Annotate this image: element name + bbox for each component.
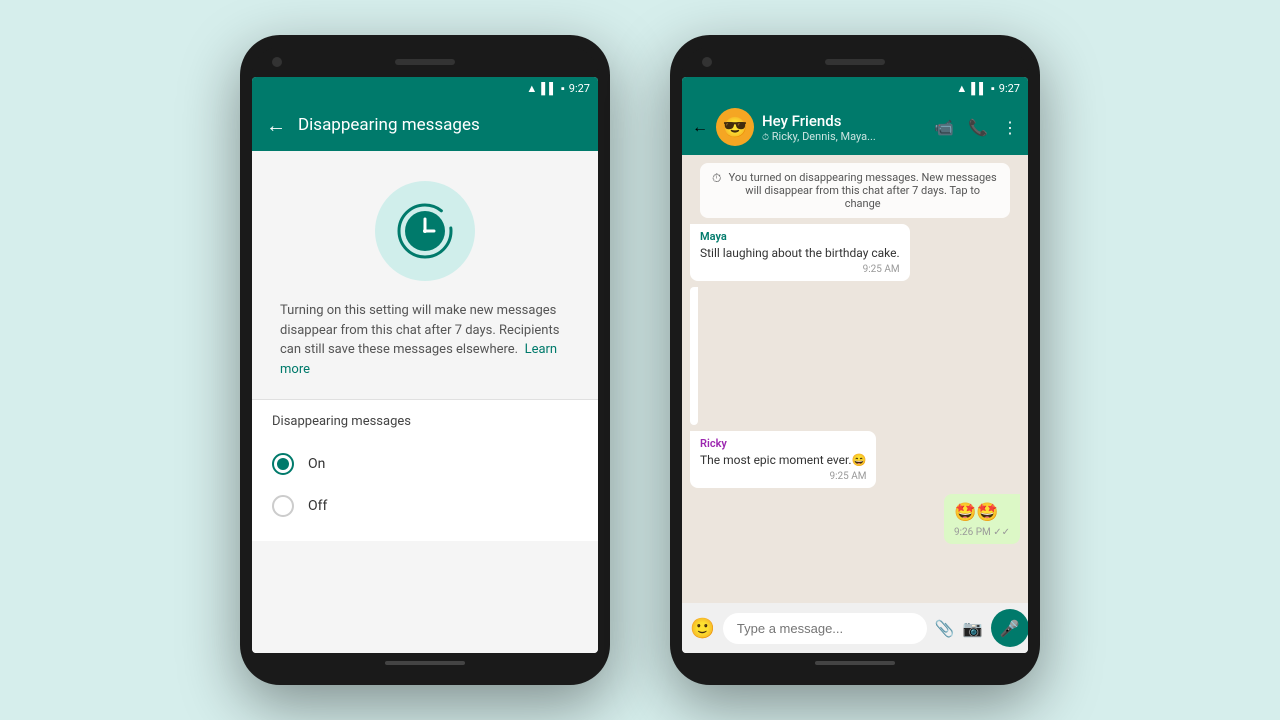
radio-on-button[interactable]	[272, 453, 294, 475]
voice-call-icon[interactable]: 📞	[968, 118, 988, 137]
msg-text-sent: 🤩🤩	[954, 500, 1010, 525]
msg-text-maya: Still laughing about the birthday cake.	[700, 245, 900, 262]
radio-off[interactable]: Off	[272, 485, 578, 527]
scene: ▲ ▌▌ ▪ 9:27 ← Disappearing messages	[0, 0, 1280, 720]
timer-icon-circle	[375, 181, 475, 281]
message-ricky: Ricky The most epic moment ever.😄 9:25 A…	[690, 431, 876, 488]
status-bar-2: ▲ ▌▌ ▪ 9:27	[682, 77, 1028, 99]
msg-text-ricky: The most epic moment ever.😄	[700, 452, 866, 469]
camera-icon[interactable]: 📷	[963, 619, 983, 638]
time-1: 9:27	[569, 82, 590, 95]
message-maya: Maya Still laughing about the birthday c…	[690, 224, 910, 281]
settings-screen: ▲ ▌▌ ▪ 9:27 ← Disappearing messages	[252, 77, 598, 653]
settings-title: Disappearing messages	[298, 115, 584, 135]
wifi-icon: ▲	[526, 82, 537, 95]
emoji-icon[interactable]: 🙂	[690, 616, 715, 640]
phone-bottom-1	[252, 653, 598, 673]
settings-toolbar: ← Disappearing messages	[252, 99, 598, 151]
message-input[interactable]	[723, 613, 927, 644]
disappearing-messages-section: Disappearing messages On Off	[252, 400, 598, 541]
chat-screen: ▲ ▌▌ ▪ 9:27 ← 😎 Hey Friends ⏱ Ricky, Den…	[682, 77, 1028, 653]
mic-button[interactable]: 🎤	[991, 609, 1028, 647]
section-label: Disappearing messages	[272, 414, 578, 429]
message-image: 9:25 AM	[690, 287, 698, 425]
msg-time-ricky: 9:25 AM	[700, 471, 866, 482]
battery-icon: ▪	[561, 82, 565, 95]
front-camera-2	[702, 57, 712, 67]
attachment-icon[interactable]: 📎	[935, 619, 955, 638]
speaker-2	[825, 59, 885, 65]
home-indicator-1	[385, 661, 465, 665]
status-bar-1: ▲ ▌▌ ▪ 9:27	[252, 77, 598, 99]
phone-top-bar-1	[252, 47, 598, 77]
chat-input-bar: 🙂 📎 📷 🎤	[682, 603, 1028, 653]
chat-name: Hey Friends	[762, 112, 926, 130]
radio-off-label: Off	[308, 498, 327, 514]
radio-on-label: On	[308, 456, 325, 472]
chat-subtitle: ⏱ Ricky, Dennis, Maya...	[762, 130, 926, 143]
video-call-icon[interactable]: 📹	[934, 118, 954, 137]
radio-off-button[interactable]	[272, 495, 294, 517]
settings-content: Turning on this setting will make new me…	[252, 151, 598, 653]
chat-actions: 📹 📞 ⋮	[934, 118, 1018, 137]
mic-icon: 🎤	[1000, 619, 1020, 638]
phone-bottom-2	[682, 653, 1028, 673]
msg-time-sent: 9:26 PM ✓✓	[954, 527, 1010, 538]
radio-on[interactable]: On	[272, 443, 578, 485]
chat-messages: ⏱ You turned on disappearing messages. N…	[682, 155, 1028, 603]
chat-info: Hey Friends ⏱ Ricky, Dennis, Maya...	[762, 112, 926, 143]
battery-icon-2: ▪	[991, 82, 995, 95]
more-options-icon[interactable]: ⋮	[1002, 118, 1018, 137]
phone-chat: ▲ ▌▌ ▪ 9:27 ← 😎 Hey Friends ⏱ Ricky, Den…	[670, 35, 1040, 685]
home-indicator-2	[815, 661, 895, 665]
signal-icon: ▌▌	[541, 82, 557, 95]
msg-time-maya: 9:25 AM	[700, 264, 900, 275]
back-button-2[interactable]: ←	[692, 117, 708, 137]
signal-icon-2: ▌▌	[971, 82, 987, 95]
wifi-icon-2: ▲	[956, 82, 967, 95]
sender-maya: Maya	[700, 230, 900, 243]
system-message[interactable]: ⏱ You turned on disappearing messages. N…	[700, 163, 1010, 218]
timer-small-icon: ⏱	[712, 171, 721, 186]
group-avatar: 😎	[716, 108, 754, 146]
time-2: 9:27	[999, 82, 1020, 95]
back-button-1[interactable]: ←	[266, 113, 286, 138]
settings-description: Turning on this setting will make new me…	[252, 301, 598, 399]
phone-settings: ▲ ▌▌ ▪ 9:27 ← Disappearing messages	[240, 35, 610, 685]
timer-icon	[395, 201, 455, 261]
phone-top-bar-2	[682, 47, 1028, 77]
front-camera-1	[272, 57, 282, 67]
sender-ricky: Ricky	[700, 437, 866, 450]
speaker-1	[395, 59, 455, 65]
message-sent: 🤩🤩 9:26 PM ✓✓	[944, 494, 1020, 544]
chat-toolbar: ← 😎 Hey Friends ⏱ Ricky, Dennis, Maya...…	[682, 99, 1028, 155]
